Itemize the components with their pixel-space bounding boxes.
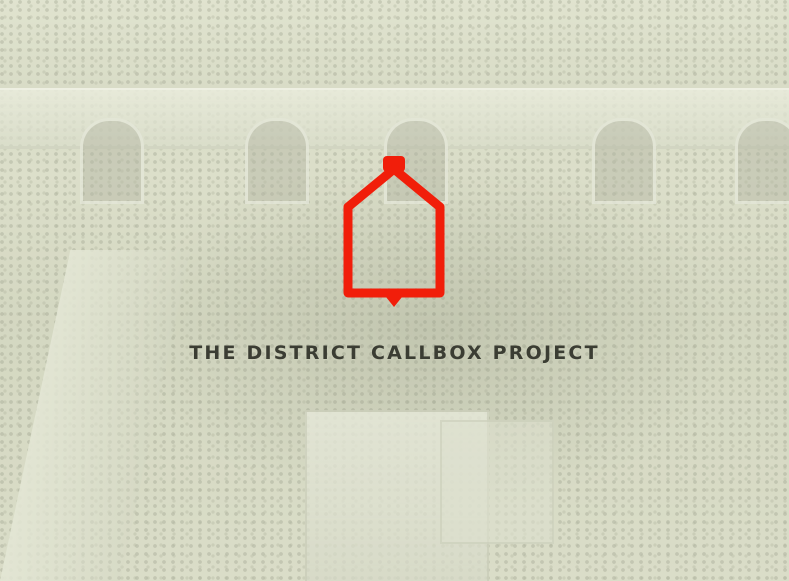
landing-stage: THE DISTRICT CALLBOX PROJECT [0,0,789,581]
project-title: THE DISTRICT CALLBOX PROJECT [189,342,600,364]
callbox-logo-icon [334,155,454,320]
